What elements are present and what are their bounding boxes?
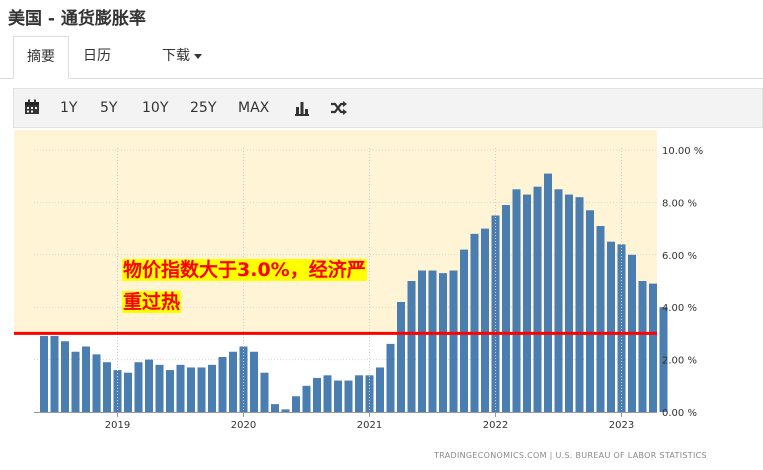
bar [134, 362, 143, 412]
x-tick-label: 2023 [609, 420, 634, 431]
bar [596, 225, 605, 412]
bar [418, 270, 426, 412]
bar [271, 404, 279, 412]
bar [344, 380, 353, 412]
x-tick-label: 2019 [105, 420, 130, 431]
bar [92, 354, 101, 412]
bar [323, 375, 332, 412]
bar [197, 367, 206, 412]
bar [439, 273, 447, 412]
bar [449, 270, 458, 412]
bar [544, 173, 552, 412]
y-tick-label: 10.00 % [662, 146, 703, 157]
y-tick-label: 6.00 % [662, 251, 697, 262]
y-tick-label: 0.00 % [662, 408, 697, 419]
bar [208, 364, 216, 412]
y-tick-label: 4.00 % [662, 303, 697, 314]
bar [124, 372, 132, 412]
bar [355, 375, 363, 412]
bar [565, 194, 573, 412]
bar [218, 356, 227, 412]
bar [229, 351, 237, 412]
bar [250, 351, 258, 412]
bar [407, 281, 416, 412]
bar [607, 241, 615, 412]
bar [40, 336, 48, 412]
annotation: 物价指数大于3.0%，经济严 重过热 [122, 254, 367, 318]
bar [586, 210, 594, 412]
bar [292, 396, 300, 412]
bar [145, 359, 153, 412]
x-tick-label: 2021 [357, 420, 382, 431]
inflation-chart: 2019 2020 2021 2022 2023 0.00 % 2.00 % 4.00 % 6.… [14, 130, 703, 431]
bar [302, 385, 311, 412]
y-tick-label: 8.00 % [662, 198, 697, 209]
y-tick-label: 2.00 % [662, 356, 697, 367]
bar [187, 367, 195, 412]
bar [533, 186, 542, 412]
bar [502, 205, 510, 412]
bar [61, 341, 69, 412]
bar [460, 249, 468, 412]
bar [50, 336, 59, 412]
bar [166, 370, 174, 412]
bar [638, 281, 647, 412]
bar [260, 372, 269, 412]
bar [554, 189, 563, 412]
bar [575, 197, 584, 412]
bar [71, 351, 80, 412]
bar [470, 233, 479, 412]
bar [103, 362, 111, 412]
bar [428, 270, 437, 412]
annotation-line-2: 重过热 [122, 291, 182, 313]
annotation-line-1: 物价指数大于3.0%，经济严 [122, 259, 367, 281]
bar [176, 364, 185, 412]
bar [649, 283, 657, 412]
bar [523, 194, 531, 412]
bar [386, 343, 395, 412]
source-credit: TRADINGECONOMICS.COM | U.S. BUREAU OF LA… [434, 451, 707, 460]
bar [281, 409, 290, 412]
bar [313, 377, 321, 412]
bar [82, 346, 90, 412]
bar [376, 367, 384, 412]
bar [512, 189, 521, 412]
bar [481, 228, 489, 412]
bar [334, 380, 342, 412]
bar [397, 301, 405, 412]
x-tick-label: 2020 [231, 420, 256, 431]
x-tick-label: 2022 [483, 420, 508, 431]
bar [155, 364, 164, 412]
